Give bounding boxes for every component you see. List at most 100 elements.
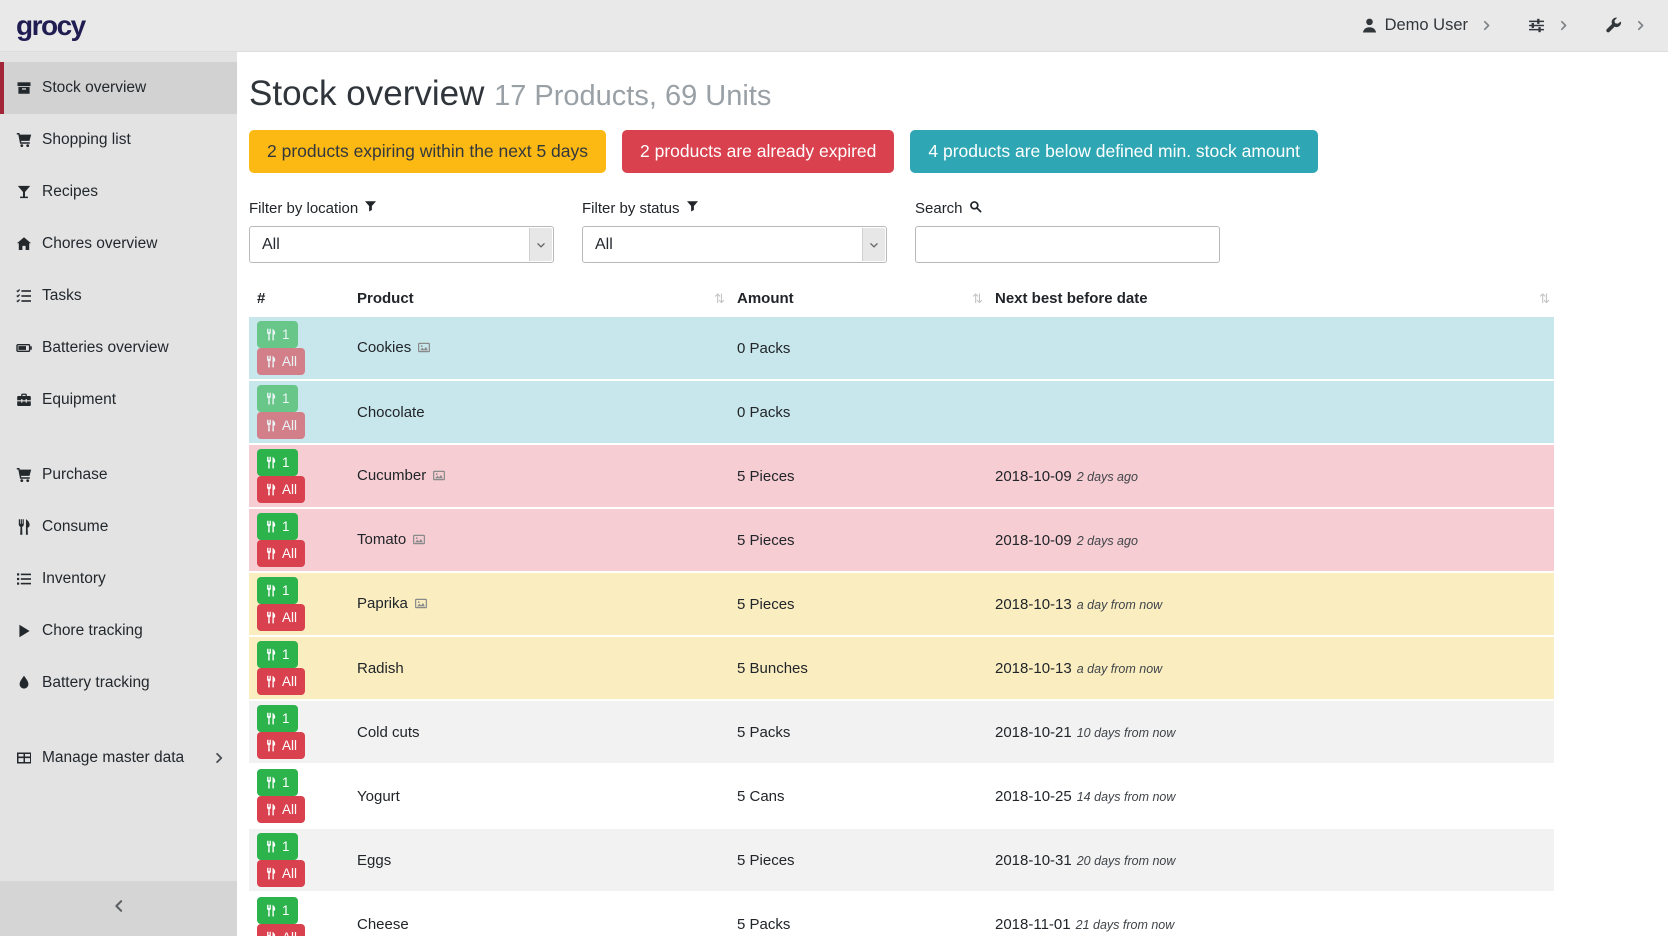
chevron-down-icon [529, 228, 552, 261]
sidebar-item-manage-master-data[interactable]: Manage master data [0, 732, 237, 784]
cart-icon [16, 132, 32, 148]
sidebar-item-label: Recipes [42, 183, 98, 201]
location-filter-select[interactable]: All [249, 226, 554, 263]
alert-warning[interactable]: 2 products expiring within the next 5 da… [249, 130, 606, 173]
date-relative-note: 2 days ago [1077, 534, 1138, 548]
filters-row: Filter by location All Filter by status … [249, 200, 1554, 263]
chevron-right-icon[interactable] [1635, 20, 1646, 31]
consume-all-button[interactable]: All [257, 924, 305, 936]
consume-all-button[interactable]: All [257, 476, 305, 503]
wrench-icon [1605, 17, 1622, 34]
image-icon [417, 341, 431, 358]
chevron-right-icon[interactable] [1558, 20, 1569, 31]
sidebar-item-battery-tracking[interactable]: Battery tracking [0, 657, 237, 709]
consume-one-button[interactable]: 1 [257, 705, 298, 732]
location-filter-label: Filter by location [249, 200, 582, 217]
product-name-cell: Cucumber [349, 444, 729, 508]
status-filter: Filter by status All [582, 200, 915, 263]
best-before-date: 2018-10-09 [995, 468, 1072, 485]
sidebar-item-label: Stock overview [42, 79, 146, 97]
location-filter: Filter by location All [249, 200, 582, 263]
date-cell [987, 317, 1554, 380]
amount-cell: 5 Pieces [729, 572, 987, 636]
utensils-icon [265, 584, 277, 597]
sliders-icon [1528, 17, 1545, 34]
product-name-cell: Cheese [349, 892, 729, 936]
consume-one-button[interactable]: 1 [257, 897, 298, 924]
user-menu[interactable]: Demo User [1361, 16, 1468, 35]
sidebar-collapse-button[interactable] [0, 881, 237, 936]
sidebar-item-purchase[interactable]: Purchase [0, 449, 237, 501]
consume-one-button[interactable]: 1 [257, 449, 298, 476]
sidebar-item-label: Equipment [42, 391, 116, 409]
status-filter-label: Filter by status [582, 200, 915, 217]
table-row: 1AllEggs5 Pieces2018-10-3120 days from n… [249, 828, 1554, 892]
product-name: Radish [357, 660, 404, 677]
row-actions: 1All [249, 444, 349, 508]
sidebar-item-chore-tracking[interactable]: Chore tracking [0, 605, 237, 657]
consume-all-button[interactable]: All [257, 412, 305, 439]
alert-danger[interactable]: 2 products are already expired [622, 130, 894, 173]
status-filter-select[interactable]: All [582, 226, 887, 263]
product-name: Eggs [357, 852, 391, 869]
consume-one-button[interactable]: 1 [257, 577, 298, 604]
alert-info[interactable]: 4 products are below defined min. stock … [910, 130, 1318, 173]
consume-all-button[interactable]: All [257, 668, 305, 695]
consume-one-button[interactable]: 1 [257, 385, 298, 412]
consume-all-button[interactable]: All [257, 860, 305, 887]
product-name: Chocolate [357, 404, 425, 421]
product-name: Yogurt [357, 788, 400, 805]
search-input[interactable] [915, 226, 1220, 263]
utensils-icon [265, 392, 277, 405]
table-row: 1AllYogurt5 Cans2018-10-2514 days from n… [249, 764, 1554, 828]
consume-all-button[interactable]: All [257, 732, 305, 759]
sidebar-item-label: Manage master data [42, 749, 184, 767]
date-cell: 2018-10-2110 days from now [987, 700, 1554, 764]
best-before-date: 2018-10-09 [995, 532, 1072, 549]
best-before-date: 2018-10-21 [995, 724, 1072, 741]
column-header-amount[interactable]: Amount⇅ [729, 284, 987, 317]
sidebar-item-consume[interactable]: Consume [0, 501, 237, 553]
settings-menu[interactable] [1528, 17, 1545, 34]
chevron-right-icon[interactable] [1481, 20, 1492, 31]
best-before-date: 2018-10-13 [995, 596, 1072, 613]
consume-all-button[interactable]: All [257, 604, 305, 631]
consume-one-button[interactable]: 1 [257, 641, 298, 668]
sort-icon: ⇅ [972, 291, 983, 307]
consume-one-button[interactable]: 1 [257, 769, 298, 796]
row-actions: 1All [249, 317, 349, 380]
sidebar-item-stock-overview[interactable]: Stock overview [0, 62, 237, 114]
product-name-cell: Paprika [349, 572, 729, 636]
amount-cell: 5 Pieces [729, 444, 987, 508]
sidebar-item-shopping-list[interactable]: Shopping list [0, 114, 237, 166]
column-header-product[interactable]: Product⇅ [349, 284, 729, 317]
date-relative-note: a day from now [1077, 598, 1162, 612]
consume-one-button[interactable]: 1 [257, 833, 298, 860]
utensils-icon [265, 776, 277, 789]
column-header-date[interactable]: Next best before date⇅ [987, 284, 1554, 317]
sidebar-item-label: Tasks [42, 287, 82, 305]
consume-all-button[interactable]: All [257, 348, 305, 375]
consume-one-button[interactable]: 1 [257, 513, 298, 540]
sidebar-item-recipes[interactable]: Recipes [0, 166, 237, 218]
sidebar-item-chores-overview[interactable]: Chores overview [0, 218, 237, 270]
sidebar-item-label: Consume [42, 518, 108, 536]
sidebar-item-equipment[interactable]: Equipment [0, 374, 237, 426]
row-actions: 1All [249, 700, 349, 764]
stock-table: # Product⇅ Amount⇅ Next best before date… [249, 284, 1554, 936]
date-relative-note: a day from now [1077, 662, 1162, 676]
top-header: grocy Demo User [0, 0, 1668, 52]
utensils-icon [265, 739, 277, 752]
date-cell: 2018-10-092 days ago [987, 444, 1554, 508]
product-name: Tomato [357, 531, 406, 548]
consume-one-button[interactable]: 1 [257, 321, 298, 348]
sidebar-item-tasks[interactable]: Tasks [0, 270, 237, 322]
sidebar-item-inventory[interactable]: Inventory [0, 553, 237, 605]
admin-menu[interactable] [1605, 17, 1622, 34]
sidebar-item-batteries-overview[interactable]: Batteries overview [0, 322, 237, 374]
column-header-num: # [249, 284, 349, 317]
consume-all-button[interactable]: All [257, 540, 305, 567]
utensils-icon [265, 675, 277, 688]
date-cell: 2018-10-3120 days from now [987, 828, 1554, 892]
consume-all-button[interactable]: All [257, 796, 305, 823]
